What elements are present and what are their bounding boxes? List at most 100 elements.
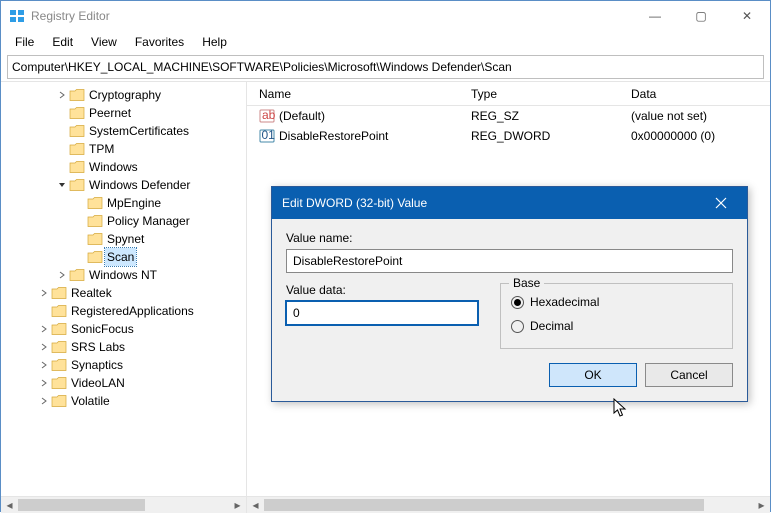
value-data-input[interactable]	[286, 301, 478, 325]
tree-item[interactable]: SRS Labs	[1, 338, 246, 356]
tree-item[interactable]: Windows	[1, 158, 246, 176]
folder-icon	[51, 304, 67, 318]
list-row[interactable]: 011DisableRestorePointREG_DWORD0x0000000…	[247, 126, 770, 146]
radio-decimal[interactable]: Decimal	[511, 314, 722, 338]
dialog-close-button[interactable]	[705, 187, 737, 219]
tree-item[interactable]: Realtek	[1, 284, 246, 302]
tree-item[interactable]: Policy Manager	[1, 212, 246, 230]
tree-item-label: Cryptography	[87, 86, 163, 104]
maximize-button[interactable]: ▢	[678, 1, 724, 31]
radio-hexadecimal[interactable]: Hexadecimal	[511, 290, 722, 314]
tree-item[interactable]: Windows NT	[1, 266, 246, 284]
chevron-icon[interactable]	[55, 271, 69, 279]
col-data[interactable]: Data	[625, 87, 770, 101]
scroll-thumb[interactable]	[264, 499, 704, 511]
tree-item-label: Volatile	[69, 392, 112, 410]
tree-item-label: Synaptics	[69, 356, 125, 374]
tree-item[interactable]: MpEngine	[1, 194, 246, 212]
chevron-icon[interactable]	[37, 289, 51, 297]
menu-help[interactable]: Help	[194, 33, 235, 51]
chevron-icon[interactable]	[37, 361, 51, 369]
tree-item-label: Scan	[105, 248, 136, 266]
tree-item[interactable]: TPM	[1, 140, 246, 158]
folder-icon	[69, 142, 85, 156]
menu-favorites[interactable]: Favorites	[127, 33, 192, 51]
list-header[interactable]: Name Type Data	[247, 82, 770, 106]
reg-sz-icon: ab	[259, 108, 275, 124]
tree-item-label: Peernet	[87, 104, 133, 122]
menu-edit[interactable]: Edit	[44, 33, 81, 51]
list-h-scrollbar[interactable]: ◂ ▸	[247, 496, 770, 513]
col-name[interactable]: Name	[253, 87, 465, 101]
chevron-icon[interactable]	[37, 397, 51, 405]
folder-icon	[69, 268, 85, 282]
dialog-title: Edit DWORD (32-bit) Value	[282, 196, 427, 210]
scroll-left-icon[interactable]: ◂	[247, 497, 264, 513]
minimize-button[interactable]: —	[632, 1, 678, 31]
folder-icon	[87, 214, 103, 228]
address-bar[interactable]: Computer\HKEY_LOCAL_MACHINE\SOFTWARE\Pol…	[7, 55, 764, 79]
scroll-thumb[interactable]	[18, 499, 145, 511]
chevron-icon[interactable]	[37, 379, 51, 387]
tree-item[interactable]: Peernet	[1, 104, 246, 122]
chevron-icon[interactable]	[55, 91, 69, 99]
folder-icon	[87, 250, 103, 264]
scroll-right-icon[interactable]: ▸	[229, 497, 246, 513]
ok-button[interactable]: OK	[549, 363, 637, 387]
tree-item-label: TPM	[87, 140, 116, 158]
tree-h-scrollbar[interactable]: ◂ ▸	[1, 496, 246, 513]
value-data-label: Value data:	[286, 283, 478, 297]
tree-item[interactable]: Windows Defender	[1, 176, 246, 194]
value-name-label: Value name:	[286, 231, 733, 245]
menu-file[interactable]: File	[7, 33, 42, 51]
tree-item[interactable]: Cryptography	[1, 86, 246, 104]
svg-text:011: 011	[262, 128, 276, 142]
col-type[interactable]: Type	[465, 87, 625, 101]
tree-item-label: SonicFocus	[69, 320, 136, 338]
folder-icon	[51, 286, 67, 300]
value-type: REG_DWORD	[465, 129, 625, 143]
value-name: (Default)	[279, 109, 325, 123]
chevron-icon[interactable]	[37, 343, 51, 351]
value-type: REG_SZ	[465, 109, 625, 123]
folder-icon	[51, 322, 67, 336]
cancel-button[interactable]: Cancel	[645, 363, 733, 387]
folder-icon	[51, 340, 67, 354]
folder-icon	[87, 232, 103, 246]
window-title: Registry Editor	[31, 9, 110, 23]
folder-icon	[87, 196, 103, 210]
radio-icon	[511, 320, 524, 333]
base-legend: Base	[509, 276, 544, 290]
tree-item-label: SystemCertificates	[87, 122, 191, 140]
tree-item[interactable]: VideoLAN	[1, 374, 246, 392]
menu-bar: File Edit View Favorites Help	[1, 31, 770, 53]
tree-item-label: MpEngine	[105, 194, 163, 212]
dialog-titlebar[interactable]: Edit DWORD (32-bit) Value	[272, 187, 747, 219]
list-row[interactable]: ab (Default) REG_SZ(value not set)	[247, 106, 770, 126]
tree-item[interactable]: Spynet	[1, 230, 246, 248]
svg-text:ab: ab	[262, 108, 275, 122]
radio-icon	[511, 296, 524, 309]
tree-item[interactable]: SystemCertificates	[1, 122, 246, 140]
scroll-left-icon[interactable]: ◂	[1, 497, 18, 513]
tree-item-label: Windows	[87, 158, 140, 176]
value-data: (value not set)	[625, 109, 770, 123]
titlebar: Registry Editor — ▢ ✕	[1, 1, 770, 31]
value-name-input[interactable]	[286, 249, 733, 273]
tree-item[interactable]: Volatile	[1, 392, 246, 410]
tree-item-label: Realtek	[69, 284, 114, 302]
tree-item[interactable]: SonicFocus	[1, 320, 246, 338]
close-button[interactable]: ✕	[724, 1, 770, 31]
reg-dword-icon: 011	[259, 128, 275, 144]
scroll-right-icon[interactable]: ▸	[753, 497, 770, 513]
tree-item[interactable]: Scan	[1, 248, 246, 266]
chevron-icon[interactable]	[37, 325, 51, 333]
chevron-icon[interactable]	[55, 181, 69, 189]
tree-item[interactable]: RegisteredApplications	[1, 302, 246, 320]
folder-icon	[69, 88, 85, 102]
tree-item[interactable]: Synaptics	[1, 356, 246, 374]
menu-view[interactable]: View	[83, 33, 125, 51]
tree-item-label: Windows Defender	[87, 176, 192, 194]
value-data: 0x00000000 (0)	[625, 129, 770, 143]
folder-icon	[51, 394, 67, 408]
